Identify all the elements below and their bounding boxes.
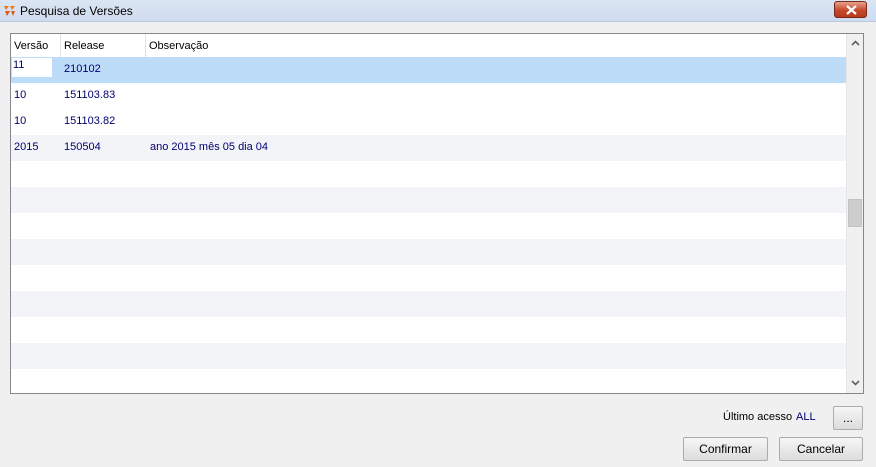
empty-row	[11, 187, 847, 213]
column-header-versao[interactable]: Versão	[11, 34, 61, 57]
scroll-up-button[interactable]	[847, 35, 864, 52]
window-title: Pesquisa de Versões	[20, 4, 133, 18]
table-row[interactable]: 2015 150504 ano 2015 mês 05 dia 04	[11, 135, 847, 161]
versions-grid[interactable]: Versão Release Observação 11 210102 10 1…	[10, 33, 864, 394]
empty-row	[11, 213, 847, 239]
cell-versao: 10	[14, 115, 27, 127]
column-header-observacao[interactable]: Observação	[146, 34, 847, 57]
close-button[interactable]	[834, 1, 867, 18]
cancel-button[interactable]: Cancelar	[779, 437, 863, 461]
cell-versao: 10	[14, 89, 27, 101]
table-row[interactable]: 10 151103.83	[11, 83, 847, 109]
cell-observacao	[148, 109, 150, 135]
cell-release: 151103.83	[64, 89, 116, 101]
cell-observacao	[148, 83, 150, 109]
cell-versao[interactable]: 11	[11, 57, 53, 78]
table-row[interactable]: 10 151103.82	[11, 109, 847, 135]
last-access-label: Último acesso	[723, 411, 793, 423]
cell-observacao: ano 2015 mês 05 dia 04	[150, 141, 269, 153]
grid-header: Versão Release Observação	[11, 34, 847, 57]
chevron-up-icon	[851, 40, 860, 46]
empty-row	[11, 239, 847, 265]
last-access-lookup-button[interactable]: ...	[833, 406, 863, 430]
title-bar[interactable]: Pesquisa de Versões	[0, 0, 876, 22]
version-search-window: Pesquisa de Versões Versão Release Obser…	[0, 0, 876, 467]
cell-release: 210102	[64, 63, 101, 75]
cell-release: 150504	[64, 141, 101, 153]
column-header-release[interactable]: Release	[61, 34, 146, 57]
empty-row	[11, 291, 847, 317]
cell-observacao	[148, 57, 150, 83]
cell-release: 151103.82	[64, 115, 116, 127]
chevron-down-icon	[851, 380, 860, 386]
close-icon	[846, 5, 857, 15]
confirm-button[interactable]: Confirmar	[683, 437, 768, 461]
table-row[interactable]: 11 210102	[11, 57, 847, 83]
empty-row	[11, 265, 847, 291]
app-logo-icon	[3, 4, 16, 17]
empty-row	[11, 343, 847, 369]
scroll-thumb[interactable]	[848, 199, 862, 227]
vertical-scrollbar[interactable]	[846, 34, 863, 393]
cell-versao: 2015	[14, 141, 39, 153]
grid-body: 11 210102 10 151103.83 10 151103.82 2015…	[11, 57, 847, 393]
empty-row	[11, 161, 847, 187]
empty-row	[11, 317, 847, 343]
empty-row	[11, 369, 847, 393]
scroll-down-button[interactable]	[847, 375, 864, 392]
last-access-value: ALL	[796, 411, 816, 423]
